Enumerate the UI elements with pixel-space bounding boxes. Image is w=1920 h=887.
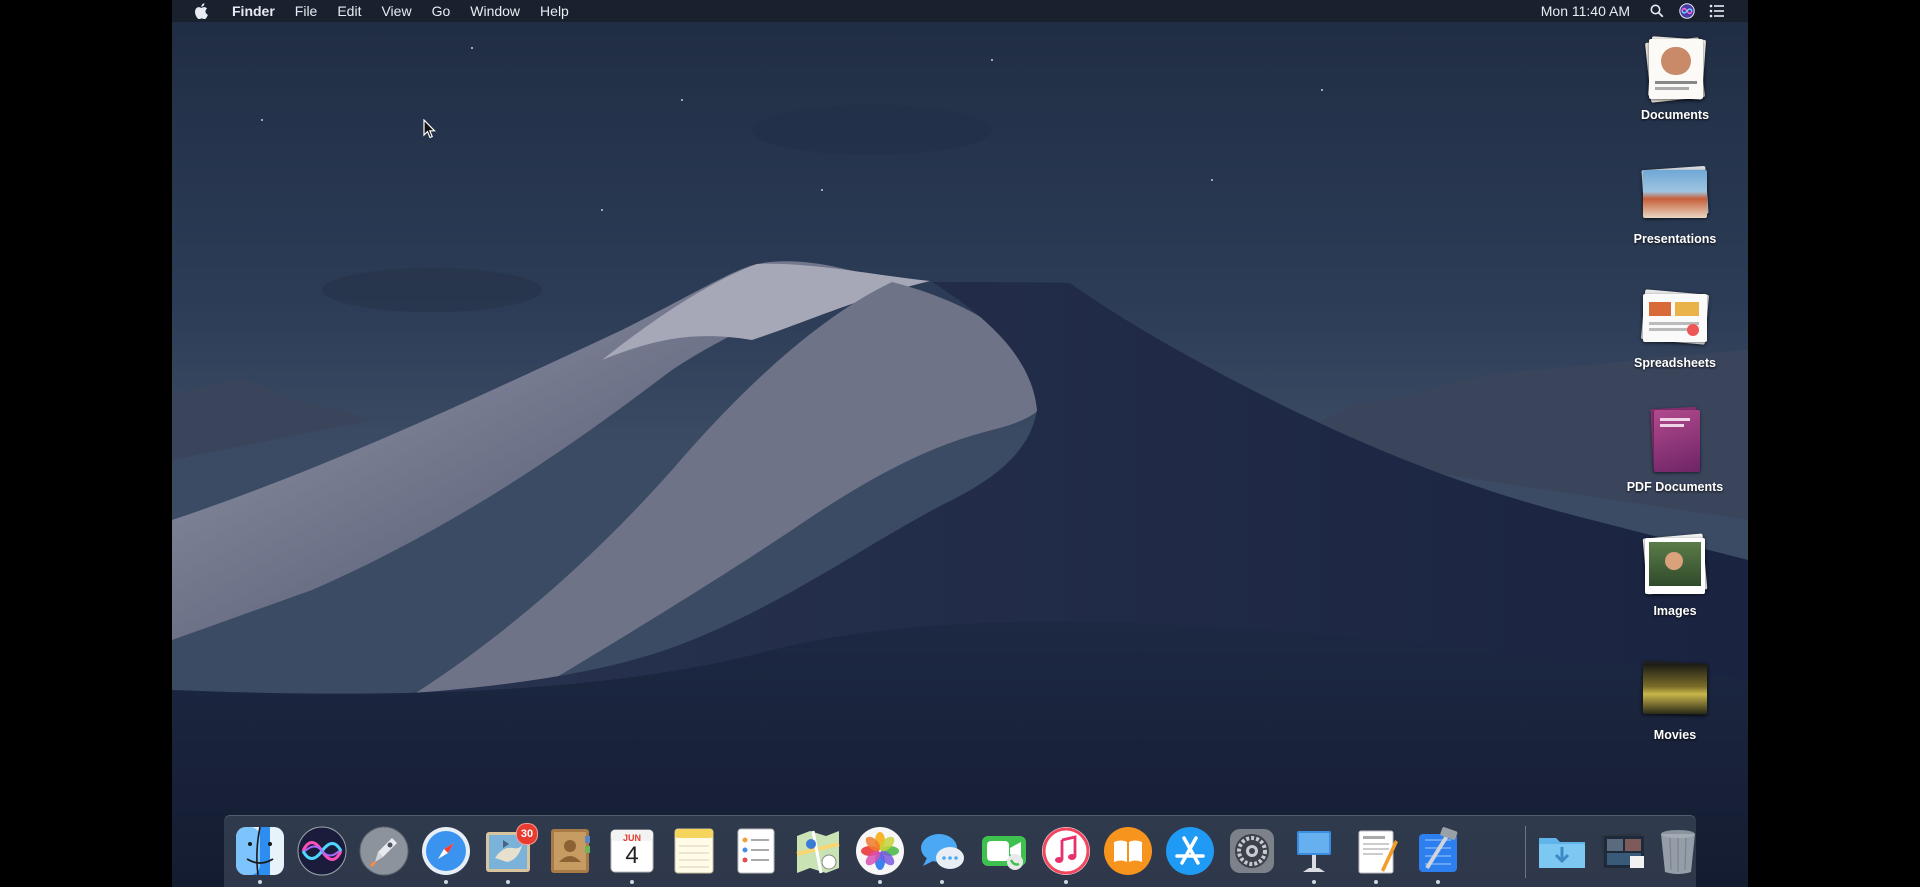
running-indicator [630,880,634,884]
dock-contacts-icon[interactable] [544,825,596,877]
notification-center-icon[interactable] [1708,2,1726,20]
dock-pages-icon[interactable] [1350,825,1402,877]
documents-stack-icon [1640,36,1710,103]
desktop-stack-presentations[interactable]: Presentations [1615,160,1735,246]
dock-reminders-icon[interactable] [730,825,782,877]
dock-facetime-icon[interactable] [978,825,1030,877]
dock-finder-icon[interactable] [234,825,286,877]
dock-keynote-icon[interactable] [1288,825,1340,877]
stack-label: Spreadsheets [1634,356,1716,370]
running-indicator [878,880,882,884]
spreadsheets-stack-icon [1640,284,1710,350]
dock-separator [1525,826,1526,878]
siri-icon[interactable] [1678,2,1696,20]
calendar-day: 4 [625,842,639,869]
dock-app-store-icon[interactable] [1164,825,1216,877]
desktop-stack-pdf-documents[interactable]: PDF Documents [1615,406,1735,494]
pdf-documents-stack-icon [1640,406,1710,474]
running-indicator [1374,880,1378,884]
menu-finder[interactable]: Finder [222,0,285,22]
desktop-stack-images[interactable]: Images [1615,532,1735,618]
dock-siri-icon[interactable] [296,825,348,877]
wallpaper-image [172,0,1748,887]
dock-itunes-icon[interactable] [1040,825,1092,877]
presentations-stack-icon [1640,160,1710,226]
dock-launchpad-icon[interactable] [358,825,410,877]
running-indicator [258,880,262,884]
dock: 30 JUN 4 [224,815,1696,887]
dock-mail-icon[interactable]: 30 [482,823,538,877]
menu-edit[interactable]: Edit [327,0,371,22]
images-stack-icon [1640,532,1710,598]
menu-view[interactable]: View [371,0,421,22]
menu-window[interactable]: Window [460,0,530,22]
stack-label: Images [1653,604,1697,618]
dock-notes-icon[interactable] [668,825,720,877]
dock-trash-icon[interactable] [1652,825,1704,877]
dock-xcode-icon[interactable] [1412,825,1464,877]
running-indicator [1064,880,1068,884]
dock-maps-icon[interactable] [792,825,844,877]
stack-label: Movies [1653,728,1697,742]
mouse-cursor-icon [423,119,436,139]
menu-go[interactable]: Go [422,0,461,22]
dock-messages-icon[interactable] [916,825,968,877]
spotlight-search-icon[interactable] [1648,2,1666,20]
dock-books-icon[interactable] [1102,825,1154,877]
apple-menu-icon[interactable] [190,0,212,22]
stack-label: Documents [1640,108,1710,122]
dock-calendar-icon[interactable]: JUN 4 [606,825,658,877]
menu-file[interactable]: File [285,0,328,22]
dock-photos-icon[interactable] [854,825,906,877]
stack-label: Presentations [1633,232,1717,246]
dock-safari-icon[interactable] [420,825,472,877]
running-indicator [506,880,510,884]
menu-bar: Finder File Edit View Go Window Help Mon… [172,0,1748,22]
stack-label: PDF Documents [1626,480,1724,494]
desktop-stack-documents[interactable]: Documents [1615,36,1735,122]
running-indicator [444,880,448,884]
menu-clock[interactable]: Mon 11:40 AM [1529,3,1642,19]
movies-stack-icon [1640,656,1710,722]
running-indicator [1436,880,1440,884]
dock-system-preferences-icon[interactable] [1226,825,1278,877]
mail-unread-badge: 30 [516,823,538,845]
running-indicator [940,880,944,884]
desktop[interactable]: Finder File Edit View Go Window Help Mon… [172,0,1748,887]
running-indicator [1312,880,1316,884]
dock-downloads-folder-icon[interactable] [1536,825,1588,877]
dock-documents-stack-icon[interactable] [1598,825,1650,877]
desktop-stack-spreadsheets[interactable]: Spreadsheets [1615,284,1735,370]
menu-help[interactable]: Help [530,0,579,22]
desktop-stack-movies[interactable]: Movies [1615,656,1735,742]
